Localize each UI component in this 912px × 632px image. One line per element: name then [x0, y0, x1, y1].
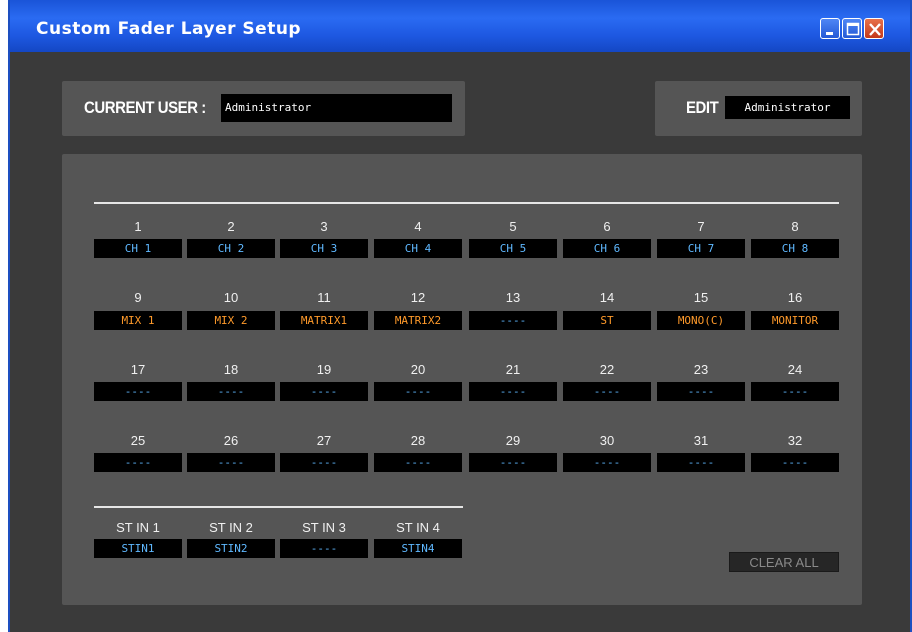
fader-number: 19	[316, 362, 332, 377]
st-in-assign-slot[interactable]: STIN1	[94, 539, 182, 558]
fader-number: 10	[223, 290, 239, 305]
fader-assign-slot[interactable]: MATRIX2	[374, 311, 462, 330]
st-in-label: ST IN 2	[209, 520, 253, 535]
fader-assign-slot[interactable]: ----	[94, 382, 182, 401]
fader-number: 27	[316, 433, 332, 448]
fader-number: 25	[130, 433, 146, 448]
fader-number: 30	[599, 433, 615, 448]
st-in-label: ST IN 4	[396, 520, 440, 535]
fader-number: 1	[134, 219, 142, 234]
fader-number: 2	[227, 219, 235, 234]
fader-assign-slot[interactable]: ----	[751, 453, 839, 472]
fader-assign-slot[interactable]: ----	[374, 382, 462, 401]
edit-panel: EDIT Administrator	[655, 81, 862, 136]
fader-number: 9	[134, 290, 142, 305]
fader-number: 7	[697, 219, 705, 234]
top-divider	[94, 202, 839, 204]
clear-all-button[interactable]: CLEAR ALL	[729, 552, 839, 572]
fader-number: 23	[693, 362, 709, 377]
fader-number: 14	[599, 290, 615, 305]
window-title: Custom Fader Layer Setup	[36, 19, 302, 39]
title-bar[interactable]: Custom Fader Layer Setup	[10, 0, 910, 52]
fader-assign-slot[interactable]: CH 3	[280, 239, 368, 258]
edit-user-field[interactable]: Administrator	[725, 96, 850, 119]
fader-number: 31	[693, 433, 709, 448]
st-in-divider	[94, 506, 463, 508]
fader-assign-slot[interactable]: ----	[94, 453, 182, 472]
st-in-assign-slot[interactable]: STIN4	[374, 539, 462, 558]
fader-number: 26	[223, 433, 239, 448]
minimize-icon	[826, 32, 833, 35]
fader-assign-slot[interactable]: ----	[469, 453, 557, 472]
fader-assign-slot[interactable]: MIX 2	[187, 311, 275, 330]
minimize-button[interactable]	[820, 18, 840, 39]
fader-number: 15	[693, 290, 709, 305]
current-user-label: CURRENT USER :	[84, 98, 206, 117]
fader-assign-slot[interactable]: CH 5	[469, 239, 557, 258]
fader-assign-slot[interactable]: ----	[563, 382, 651, 401]
fader-assign-slot[interactable]: MATRIX1	[280, 311, 368, 330]
st-in-assign-slot[interactable]: STIN2	[187, 539, 275, 558]
fader-number: 17	[130, 362, 146, 377]
fader-number: 8	[791, 219, 799, 234]
fader-assign-slot[interactable]: CH 4	[374, 239, 462, 258]
fader-assign-slot[interactable]: ----	[280, 453, 368, 472]
fader-assign-slot[interactable]: ----	[187, 453, 275, 472]
st-in-assign-slot[interactable]: ----	[280, 539, 368, 558]
fader-assign-slot[interactable]: MONO(C)	[657, 311, 745, 330]
close-icon	[869, 23, 881, 36]
fader-number: 32	[787, 433, 803, 448]
fader-number: 12	[410, 290, 426, 305]
fader-number: 5	[509, 219, 517, 234]
fader-assign-slot[interactable]: CH 6	[563, 239, 651, 258]
st-in-label: ST IN 1	[116, 520, 160, 535]
maximize-icon	[846, 22, 860, 36]
fader-number: 13	[505, 290, 521, 305]
fader-number: 16	[787, 290, 803, 305]
fader-number: 28	[410, 433, 426, 448]
fader-number: 21	[505, 362, 521, 377]
fader-assign-slot[interactable]: ----	[469, 311, 557, 330]
fader-number: 4	[414, 219, 422, 234]
current-user-panel: CURRENT USER : Administrator	[62, 81, 465, 136]
fader-assign-slot[interactable]: ----	[563, 453, 651, 472]
fader-number: 20	[410, 362, 426, 377]
fader-assign-slot[interactable]: ----	[469, 382, 557, 401]
fader-assign-slot[interactable]: CH 7	[657, 239, 745, 258]
edit-label: EDIT	[686, 98, 719, 117]
fader-number: 18	[223, 362, 239, 377]
fader-number: 6	[603, 219, 611, 234]
fader-assign-slot[interactable]: ST	[563, 311, 651, 330]
close-button[interactable]	[864, 18, 884, 39]
fader-number: 22	[599, 362, 615, 377]
current-user-field: Administrator	[221, 94, 452, 122]
fader-assign-slot[interactable]: MONITOR	[751, 311, 839, 330]
fader-number: 24	[787, 362, 803, 377]
fader-assign-slot[interactable]: MIX 1	[94, 311, 182, 330]
fader-assign-slot[interactable]: ----	[657, 453, 745, 472]
fader-assign-slot[interactable]: ----	[280, 382, 368, 401]
fader-number: 3	[320, 219, 328, 234]
fader-assign-slot[interactable]: CH 8	[751, 239, 839, 258]
fader-assign-slot[interactable]: ----	[657, 382, 745, 401]
fader-number: 29	[505, 433, 521, 448]
fader-assign-slot[interactable]: ----	[187, 382, 275, 401]
fader-number: 11	[317, 290, 331, 305]
maximize-button[interactable]	[842, 18, 862, 39]
fader-assign-slot[interactable]: CH 1	[94, 239, 182, 258]
st-in-label: ST IN 3	[302, 520, 346, 535]
fader-assign-slot[interactable]: CH 2	[187, 239, 275, 258]
fader-assign-slot[interactable]: ----	[751, 382, 839, 401]
fader-assign-slot[interactable]: ----	[374, 453, 462, 472]
